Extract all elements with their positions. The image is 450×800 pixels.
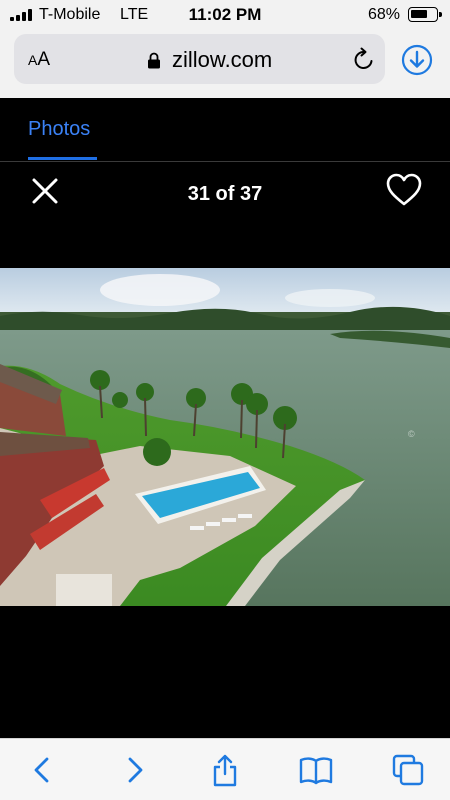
tab-photos[interactable]: Photos xyxy=(28,118,90,141)
lock-icon xyxy=(148,52,160,69)
status-bar: T-Mobile LTE 11:02 PM 68% xyxy=(0,0,450,30)
battery-percentage: 68% xyxy=(368,6,401,23)
bookmarks-icon[interactable] xyxy=(299,753,333,787)
viewer-header: 31 of 37 xyxy=(0,163,450,223)
share-icon[interactable] xyxy=(208,753,242,787)
tab-active-indicator xyxy=(28,157,97,160)
photo-tabs: Photos xyxy=(0,98,450,162)
browser-address-bar: AA zillow.com xyxy=(0,30,450,98)
battery-icon xyxy=(408,7,442,22)
photo-counter: 31 of 37 xyxy=(187,183,263,205)
reload-icon[interactable] xyxy=(351,47,377,73)
photo-watermark: © xyxy=(408,429,415,439)
aerial-lake-pool-photo[interactable] xyxy=(0,268,450,606)
heart-icon[interactable] xyxy=(385,172,423,208)
back-icon[interactable] xyxy=(25,753,59,787)
download-icon[interactable] xyxy=(401,44,433,76)
tabs-icon[interactable] xyxy=(391,753,425,787)
browser-toolbar xyxy=(0,738,450,800)
text-size-button[interactable]: AA xyxy=(28,49,50,71)
url-text: zillow.com xyxy=(172,47,273,72)
url-field[interactable]: AA zillow.com xyxy=(14,34,385,84)
forward-icon[interactable] xyxy=(118,753,152,787)
